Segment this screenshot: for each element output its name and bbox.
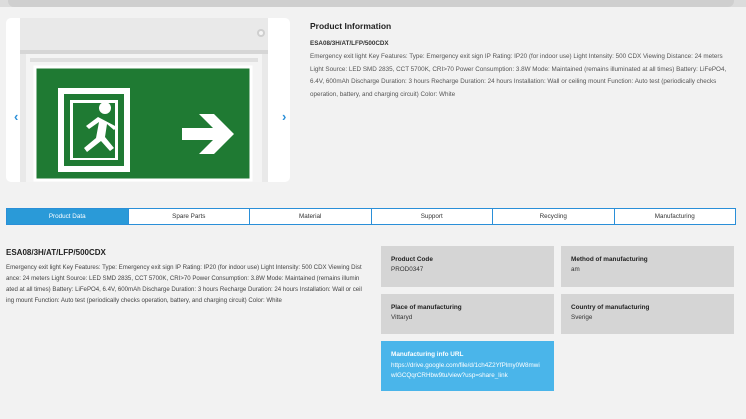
country-card: Country of manufacturing Sverige bbox=[561, 294, 734, 334]
place-value: Vittaryd bbox=[391, 314, 413, 321]
product-code-card: Product Code PROD0347 bbox=[381, 246, 554, 287]
product-code-label: Product Code bbox=[391, 256, 433, 263]
exit-sign-image bbox=[20, 18, 268, 182]
manufacturing-url-link[interactable]: https://drive.google.com/file/d/1ch4Z2Yf… bbox=[391, 361, 544, 381]
tab-material[interactable]: Material bbox=[249, 209, 371, 224]
country-label: Country of manufacturing bbox=[571, 304, 650, 311]
country-value: Sverige bbox=[571, 314, 593, 321]
method-card: Method of manufacturing am bbox=[561, 246, 734, 287]
product-code-value: PROD0347 bbox=[391, 266, 424, 273]
tab-recycling[interactable]: Recycling bbox=[492, 209, 614, 224]
product-data-description: Emergency exit light Key Features: Type:… bbox=[6, 264, 362, 304]
place-card: Place of manufacturing Vittaryd bbox=[381, 294, 554, 334]
method-value: am bbox=[571, 266, 580, 273]
top-bar-panel bbox=[8, 0, 734, 7]
product-tabs: Product Data Spare Parts Material Suppor… bbox=[6, 208, 736, 225]
product-image-carousel[interactable]: ‹ › bbox=[6, 18, 290, 182]
tab-manufacturing[interactable]: Manufacturing bbox=[613, 209, 736, 224]
tab-product-data[interactable]: Product Data bbox=[7, 209, 128, 224]
tab-support[interactable]: Support bbox=[370, 209, 493, 224]
manufacturing-url-card[interactable]: Manufacturing info URL https://drive.goo… bbox=[381, 341, 554, 391]
method-label: Method of manufacturing bbox=[571, 256, 648, 263]
product-data-code: ESA08/3H/AT/LFP/500CDX bbox=[6, 248, 106, 257]
product-info-title: Product Information bbox=[310, 21, 392, 31]
carousel-next-button[interactable]: › bbox=[282, 110, 286, 123]
product-info-code: ESA08/3H/AT/LFP/500CDX bbox=[310, 40, 389, 47]
top-bar bbox=[0, 0, 746, 7]
product-info-description: Emergency exit light Key Features: Type:… bbox=[310, 53, 727, 98]
place-label: Place of manufacturing bbox=[391, 304, 462, 311]
carousel-prev-button[interactable]: ‹ bbox=[14, 110, 18, 123]
manufacturing-url-label: Manufacturing info URL bbox=[391, 351, 464, 358]
tab-spare-parts[interactable]: Spare Parts bbox=[127, 209, 250, 224]
